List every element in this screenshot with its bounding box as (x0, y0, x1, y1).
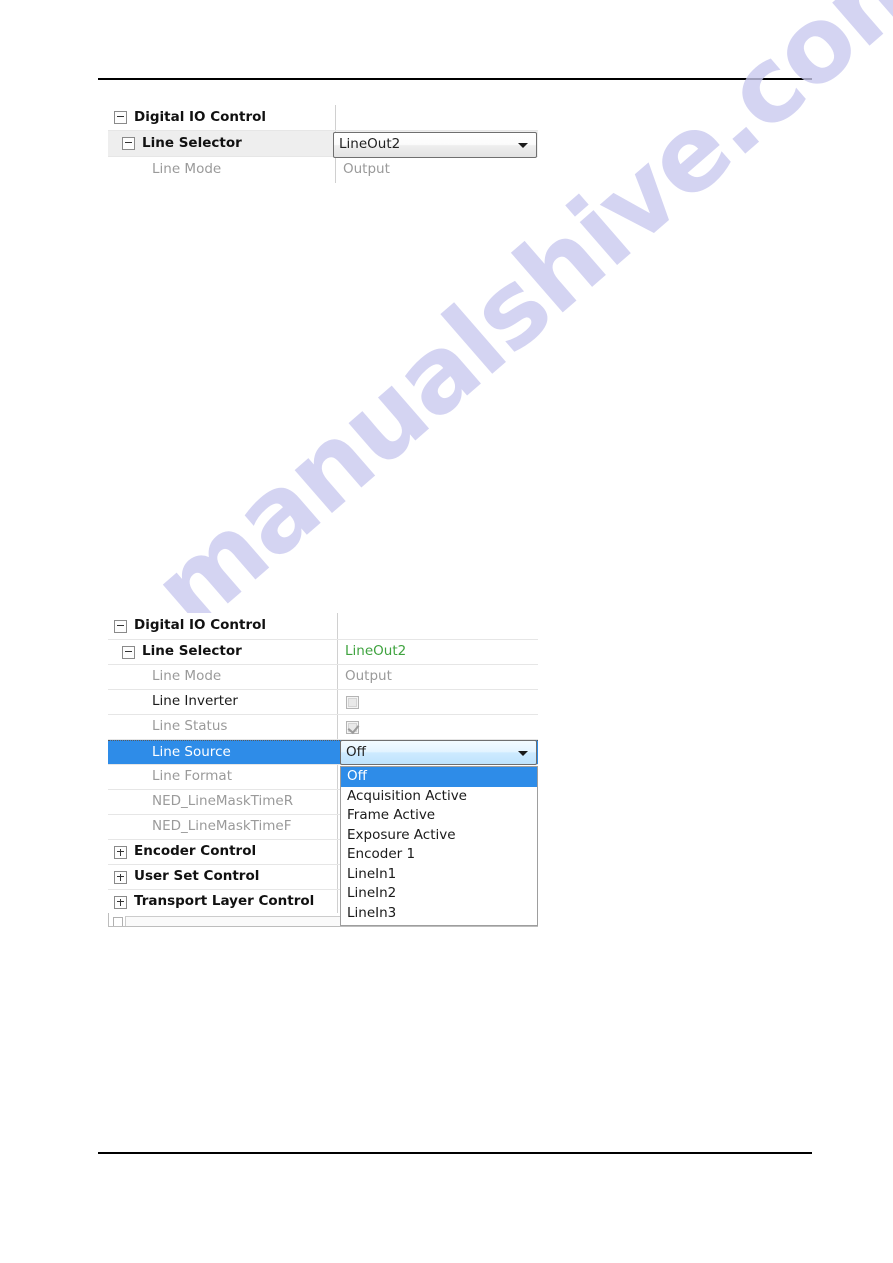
dropdown-option[interactable]: Exposure Active (341, 826, 537, 846)
row-label: Line Source (152, 743, 231, 760)
row-label-cell: Digital IO Control (108, 105, 336, 130)
collapse-minus-icon[interactable] (122, 137, 135, 150)
dropdown-option[interactable]: Frame Active (341, 806, 537, 826)
row-label-cell: Line Format (108, 765, 338, 789)
chevron-down-icon[interactable] (518, 143, 528, 148)
combobox-value: Off (346, 743, 366, 760)
expand-plus-icon[interactable] (114, 870, 127, 884)
header-rule (98, 78, 812, 80)
line-source-dropdown-list[interactable]: Off Acquisition Active Frame Active Expo… (340, 766, 538, 926)
table-row[interactable]: Line Status (108, 715, 538, 740)
row-value-cell: LineOut2 (338, 640, 538, 664)
row-label-cell: Line Mode (108, 157, 336, 183)
expand-plus-icon[interactable] (114, 845, 127, 859)
row-value-cell (338, 715, 538, 739)
row-label: User Set Control (134, 868, 260, 885)
table-row[interactable]: Line Inverter (108, 690, 538, 715)
row-value-cell (338, 690, 538, 714)
line-status-checkbox (346, 720, 360, 734)
table-row[interactable]: Line Mode Output (108, 665, 538, 690)
expand-plus-icon[interactable] (114, 895, 127, 909)
row-label-cell: Line Selector (108, 640, 338, 664)
table-row[interactable]: Digital IO Control (108, 105, 538, 131)
row-value-cell: Output (338, 665, 538, 689)
watermark-text: manualshive.com (130, 0, 893, 653)
row-label: Line Mode (152, 668, 222, 685)
row-label-cell: Line Inverter (108, 690, 338, 714)
row-label: NED_LineMaskTimeF (152, 818, 292, 835)
dropdown-option[interactable]: LineIn3 (341, 904, 537, 924)
row-label-cell: Transport Layer Control (108, 890, 338, 914)
row-label: Line Format (152, 768, 232, 785)
row-label: Transport Layer Control (134, 893, 315, 910)
row-label: NED_LineMaskTimeR (152, 793, 294, 810)
row-label: Line Selector (142, 134, 242, 151)
dropdown-option[interactable]: Acquisition Active (341, 787, 537, 807)
line-selector-combobox[interactable]: LineOut2 (333, 132, 537, 158)
table-row[interactable]: Digital IO Control (108, 613, 538, 640)
footer-rule (98, 1152, 812, 1154)
row-label-cell: NED_LineMaskTimeR (108, 790, 338, 814)
row-value-cell (336, 105, 538, 130)
collapse-minus-icon[interactable] (114, 111, 127, 124)
row-label: Encoder Control (134, 843, 257, 860)
row-label: Line Status (152, 718, 228, 735)
row-label: Digital IO Control (134, 108, 267, 125)
row-label-cell: Line Status (108, 715, 338, 739)
line-inverter-checkbox[interactable] (346, 695, 359, 709)
row-label: Line Selector (142, 643, 242, 660)
row-label-cell: NED_LineMaskTimeF (108, 815, 338, 839)
combobox-value: LineOut2 (339, 136, 401, 153)
dropdown-option[interactable]: Off (341, 767, 537, 787)
row-label-cell: Line Selector (108, 131, 336, 156)
dropdown-option[interactable]: LineIn1 (341, 865, 537, 885)
table-row[interactable]: Line Selector LineOut2 (108, 640, 538, 665)
chevron-down-icon[interactable] (518, 750, 528, 756)
table-row[interactable]: Line Mode Output (108, 157, 538, 183)
row-label-cell: Digital IO Control (108, 613, 338, 639)
line-source-combobox[interactable]: Off (340, 740, 537, 765)
expand-plus-icon[interactable] (113, 917, 123, 926)
row-label: Line Inverter (152, 693, 238, 710)
row-value: LineOut2 (345, 643, 407, 660)
row-label-cell: Line Source (108, 741, 338, 764)
row-label-cell: Encoder Control (108, 840, 338, 864)
row-label: Line Mode (152, 161, 222, 178)
row-value-cell (338, 613, 538, 639)
row-value: Output (343, 161, 390, 178)
row-label: Digital IO Control (134, 617, 267, 634)
row-label-cell: User Set Control (108, 865, 338, 889)
collapse-minus-icon[interactable] (122, 645, 135, 659)
row-label-cell: Line Mode (108, 665, 338, 689)
dropdown-option[interactable]: Encoder 1 (341, 845, 537, 865)
row-value: Output (345, 668, 392, 685)
dropdown-option[interactable]: LineIn2 (341, 884, 537, 904)
collapse-minus-icon[interactable] (114, 619, 127, 633)
row-value-cell: Output (336, 157, 538, 183)
